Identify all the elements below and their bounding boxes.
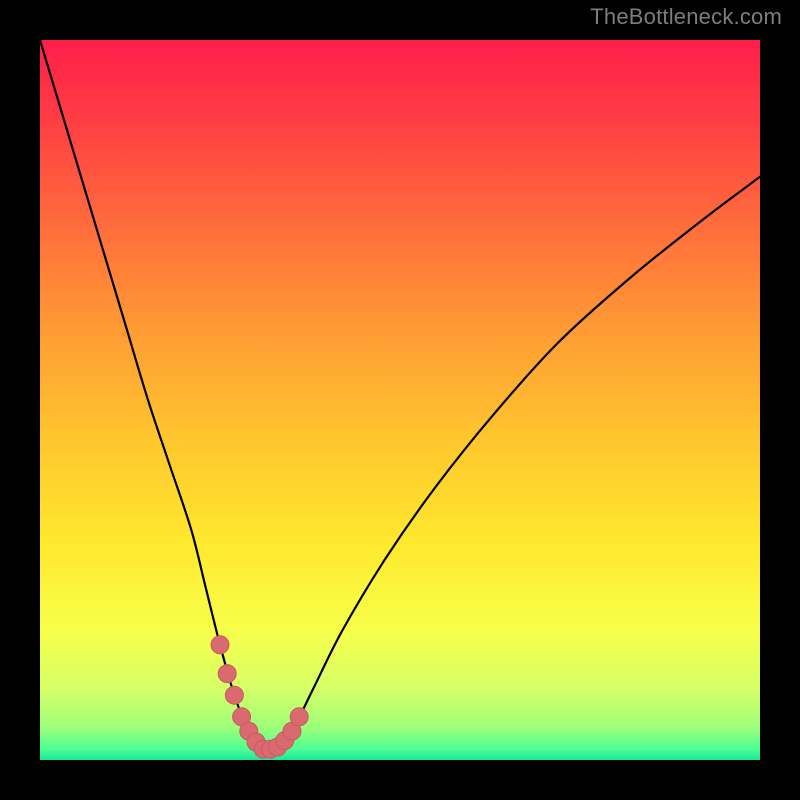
- watermark-text: TheBottleneck.com: [590, 4, 782, 30]
- marker-dot: [211, 636, 229, 654]
- plot-area: [40, 40, 760, 760]
- chart-svg: [40, 40, 760, 760]
- outer-frame: TheBottleneck.com: [0, 0, 800, 800]
- marker-dot: [218, 665, 236, 683]
- marker-dot: [225, 686, 243, 704]
- marker-dot: [290, 708, 308, 726]
